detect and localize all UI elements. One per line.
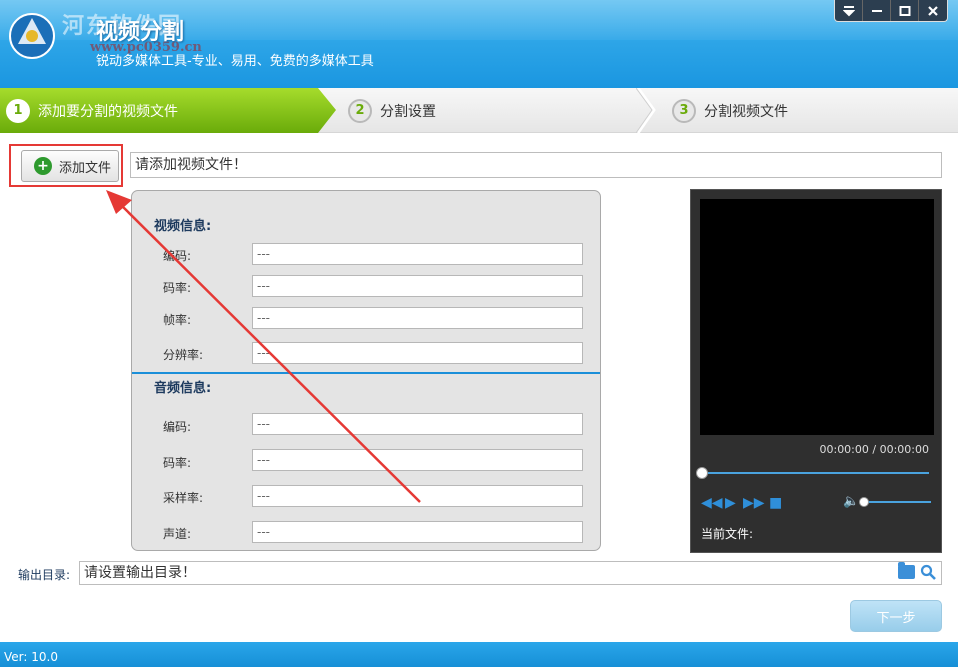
minimize-icon[interactable]	[863, 0, 891, 21]
audio-bitrate-field: ---	[252, 449, 583, 471]
annotation-highlight-box	[9, 144, 123, 187]
play-icon[interactable]: ▶	[725, 495, 736, 511]
audio-samplerate-field: ---	[252, 485, 583, 507]
step-bar: 1 添加要分割的视频文件 2 分割设置 3 分割视频文件	[0, 88, 958, 133]
step-3-number: 3	[672, 98, 696, 123]
search-icon[interactable]	[920, 564, 936, 580]
step-1-label: 添加要分割的视频文件	[38, 103, 178, 120]
app-title: 视频分割	[96, 20, 185, 45]
step-1[interactable]: 1 添加要分割的视频文件	[0, 88, 336, 133]
video-info-title: 视频信息:	[154, 219, 212, 234]
volume-handle[interactable]	[859, 497, 869, 507]
step-2[interactable]: 2 分割设置	[348, 88, 436, 133]
current-file-label: 当前文件:	[701, 527, 754, 541]
video-codec-label: 编码:	[163, 249, 192, 263]
menu-icon[interactable]	[835, 0, 863, 21]
step-3-label: 分割视频文件	[704, 103, 788, 120]
file-path-field[interactable]: 请添加视频文件！	[130, 152, 942, 178]
audio-codec-label: 编码:	[163, 420, 192, 434]
step-2-number: 2	[348, 98, 372, 123]
window-controls	[834, 0, 948, 22]
maximize-icon[interactable]	[891, 0, 919, 21]
section-divider	[132, 372, 600, 374]
video-framerate-field: ---	[252, 307, 583, 329]
output-dir-label: 输出目录:	[18, 568, 71, 582]
video-progress-handle[interactable]	[696, 467, 708, 479]
title-bar: 河东软件园 www.pc0359.cn 视频分割 锐动多媒体工具-专业、易用、免…	[0, 0, 958, 88]
next-step-button[interactable]: 下一步	[850, 600, 942, 632]
fast-forward-icon[interactable]: ▶▶	[743, 495, 765, 511]
step-separator	[636, 88, 656, 133]
video-resolution-field: ---	[252, 342, 583, 364]
video-bitrate-field: ---	[252, 275, 583, 297]
video-preview-panel: 00:00:00 / 00:00:00 ◀◀ ▶ ▶▶ ■ 🔈 当前文件:	[690, 189, 942, 553]
step-3[interactable]: 3 分割视频文件	[672, 88, 788, 133]
version-text: Ver: 10.0	[4, 650, 58, 664]
video-bitrate-label: 码率:	[163, 281, 192, 295]
audio-channels-label: 声道:	[163, 527, 192, 541]
app-subtitle: 锐动多媒体工具-专业、易用、免费的多媒体工具	[96, 54, 374, 69]
output-dir-field[interactable]: 请设置输出目录！	[79, 561, 942, 585]
audio-info-title: 音频信息:	[154, 381, 212, 396]
audio-channels-field: ---	[252, 521, 583, 543]
video-progress-track[interactable]	[701, 472, 929, 474]
audio-bitrate-label: 码率:	[163, 456, 192, 470]
step-1-number: 1	[6, 98, 30, 123]
step-2-label: 分割设置	[380, 103, 436, 120]
stop-icon[interactable]: ■	[769, 495, 782, 511]
volume-icon[interactable]: 🔈	[843, 494, 859, 509]
status-bar: Ver: 10.0	[0, 642, 958, 667]
video-resolution-label: 分辨率:	[163, 348, 204, 362]
folder-icon[interactable]	[898, 562, 915, 579]
audio-samplerate-label: 采样率:	[163, 491, 204, 505]
media-info-panel: 视频信息: 编码: --- 码率: --- 帧率: --- 分辨率: --- 音…	[131, 190, 601, 551]
rewind-icon[interactable]: ◀◀	[701, 495, 723, 511]
app-logo-icon	[9, 13, 55, 59]
video-codec-field: ---	[252, 243, 583, 265]
video-framerate-label: 帧率:	[163, 313, 192, 327]
audio-codec-field: ---	[252, 413, 583, 435]
close-icon[interactable]	[919, 0, 947, 21]
volume-track[interactable]	[861, 501, 931, 503]
video-time: 00:00:00 / 00:00:00	[819, 443, 929, 456]
video-screen	[700, 199, 934, 435]
